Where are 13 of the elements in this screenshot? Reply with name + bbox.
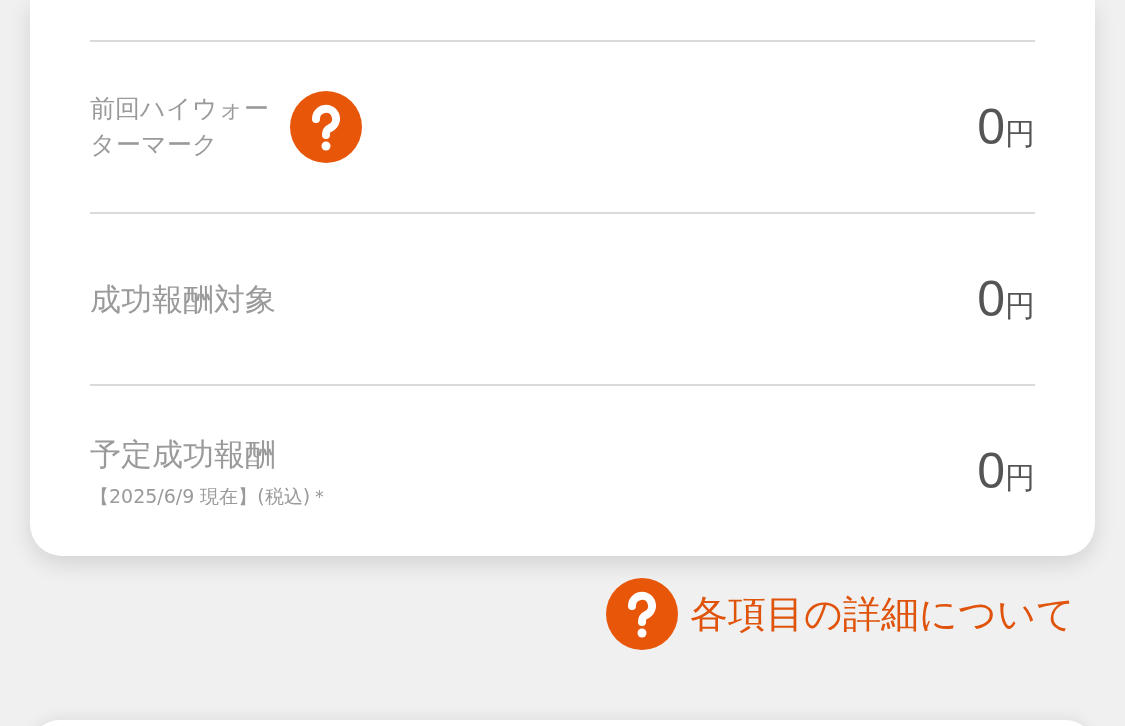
help-icon[interactable]	[290, 91, 362, 163]
row-label: 予定成功報酬	[90, 434, 276, 474]
amount-unit: 円	[1005, 115, 1035, 153]
row-note: 【2025/6/9 現在】(税込)＊	[90, 484, 330, 510]
amount-value: 0	[977, 270, 1005, 328]
amount-value: 0	[977, 442, 1005, 500]
details-link[interactable]: 各項目の詳細について	[606, 578, 1075, 650]
row-label: 成功報酬対象	[90, 279, 276, 319]
amount-unit: 円	[1005, 287, 1035, 325]
amount-unit: 円	[1005, 459, 1035, 497]
help-icon[interactable]	[606, 578, 678, 650]
row-label: 前回ハイウォーターマーク	[90, 92, 270, 161]
amount-value: 0	[977, 98, 1005, 156]
